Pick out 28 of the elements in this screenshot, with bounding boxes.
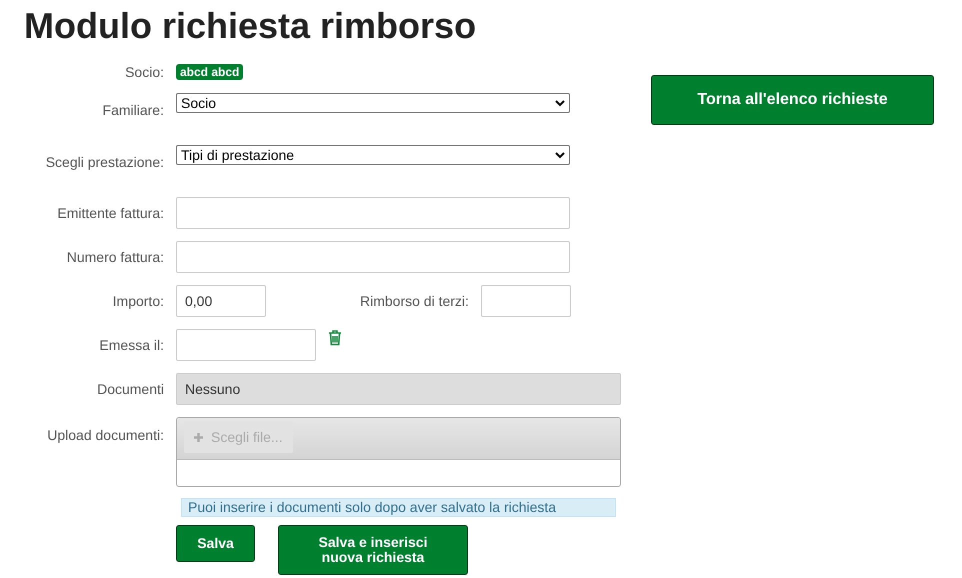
- input-field[interactable]: 0,00: [176, 285, 266, 317]
- input-field[interactable]: [480, 285, 571, 317]
- input-field[interactable]: [176, 197, 570, 229]
- field-label: Numero fattura:: [66, 248, 164, 266]
- field-label: Socio:: [125, 62, 164, 82]
- back-to-list-button[interactable]: Torna all'elenco richieste: [651, 75, 934, 125]
- documents-field: Nessuno: [176, 373, 621, 405]
- field-label: Upload documenti:: [47, 426, 164, 445]
- field-label: Documenti: [97, 380, 164, 398]
- chevron-down-icon: [555, 100, 565, 106]
- plus-icon: [194, 432, 203, 442]
- chevron-down-icon: [555, 152, 565, 158]
- trash-icon[interactable]: [328, 330, 342, 346]
- select-field[interactable]: Tipi di prestazione: [176, 145, 570, 165]
- page-title: Modulo richiesta rimborso: [24, 4, 478, 48]
- save-and-new-button[interactable]: Salva e inserisci nuova richiesta: [278, 525, 468, 575]
- save-button[interactable]: Salva: [176, 525, 255, 562]
- field-label: Rimborso di terzi:: [360, 292, 469, 310]
- field-label: Emittente fattura:: [57, 204, 164, 222]
- field-label: Familiare:: [102, 101, 164, 120]
- input-field[interactable]: [176, 329, 316, 361]
- input-field[interactable]: [176, 241, 570, 273]
- field-label: Importo:: [112, 292, 164, 311]
- info-message: Puoi inserire i documenti solo dopo aver salvato la richiesta: [181, 498, 616, 517]
- field-label: Emessa il:: [99, 336, 164, 354]
- select-field[interactable]: Socio: [176, 93, 570, 113]
- field-label: Scegli prestazione:: [46, 153, 164, 172]
- member-badge: abcd abcd: [176, 64, 244, 80]
